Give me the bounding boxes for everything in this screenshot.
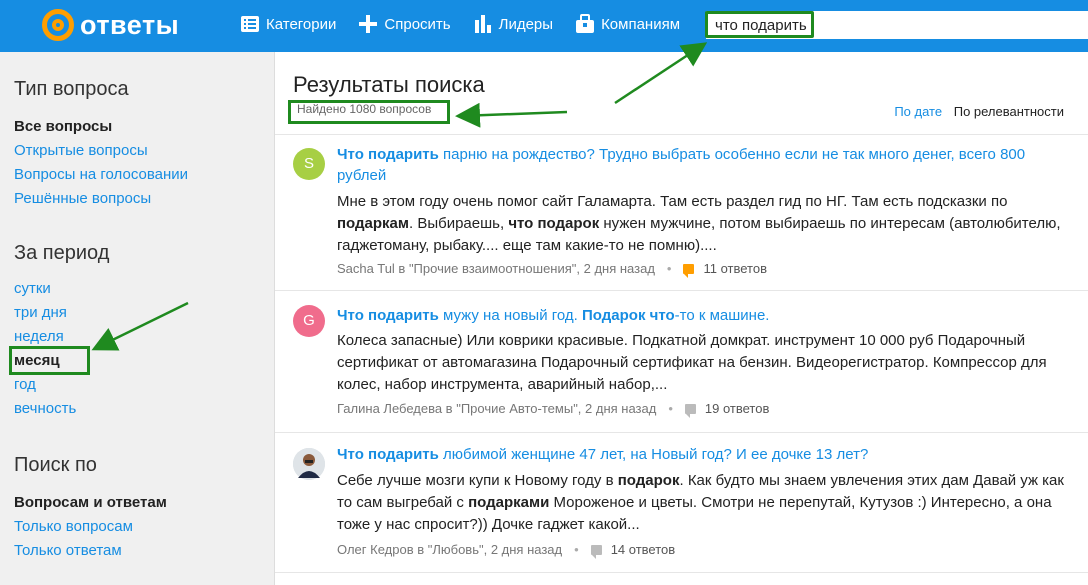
result-item: Что подарить любимой женщине 47 лет, на … [275, 432, 1088, 572]
snippet-fragment: . Выбираешь, [409, 215, 509, 232]
snippet-fragment: Себе лучше мозги купи к Новому году в [337, 472, 618, 489]
title-fragment: Что подарить [337, 446, 439, 463]
snippet-fragment: Колеса запасные) Или коврики красивые. П… [337, 332, 1047, 393]
title-fragment: Подарок что [582, 307, 675, 324]
filter-period: За период сутки три дня неделя месяц год… [14, 242, 109, 421]
snippet-fragment: Мне в этом году очень помог сайт Галамар… [337, 193, 1008, 210]
snippet-fragment: подарок [617, 472, 680, 489]
title-fragment: мужу на новый год. [438, 307, 583, 324]
nav-companies[interactable]: Компаниям [575, 14, 680, 34]
filter-question-type: Тип вопроса Все вопросы Открытые вопросы… [14, 78, 188, 211]
filter-voting-questions[interactable]: Вопросы на голосовании [14, 163, 188, 187]
result-meta: Sacha Tul в "Прочие взаимоотношения", 2 … [337, 261, 767, 278]
answers-count[interactable]: 19 ответов [705, 401, 769, 416]
nav-ask-label: Спросить [384, 15, 451, 33]
title-fragment: Что подарить [337, 146, 439, 163]
briefcase-icon [576, 14, 595, 33]
sort-by-date[interactable]: По дате [894, 104, 942, 119]
comment-bubble-icon [590, 544, 602, 559]
author-and-category[interactable]: Олег Кедров в "Любовь", 2 дня назад [337, 542, 562, 557]
top-bar: ответы Категории Спросить Лидеры Компани… [0, 0, 1088, 52]
search-box [706, 11, 1088, 39]
result-title-link[interactable]: Что подарить парню на рождество? Трудно … [337, 144, 1057, 186]
filter-solved-questions[interactable]: Решённые вопросы [14, 187, 188, 211]
snippet-fragment: что подарок [508, 215, 600, 232]
answers-count[interactable]: 14 ответов [611, 542, 675, 557]
result-snippet: Колеса запасные) Или коврики красивые. П… [337, 330, 1067, 396]
separator-dot: • [666, 261, 672, 276]
comment-bubble-icon [684, 403, 696, 418]
sort-options: По дате По релевантности [894, 104, 1064, 119]
snippet-fragment: подарками [468, 494, 550, 511]
result-title-link[interactable]: Что подарить любимой женщине 47 лет, на … [337, 444, 1057, 465]
separator-dot: • [574, 542, 579, 557]
nav-leaders[interactable]: Лидеры [473, 14, 553, 34]
result-meta: Галина Лебедева в "Прочие Авто-темы", 2 … [337, 401, 769, 418]
list-icon [241, 16, 259, 32]
search-by-answers-only[interactable]: Только ответам [14, 539, 167, 563]
nav-ask[interactable]: Спросить [358, 14, 451, 34]
bar-chart-icon [474, 15, 491, 33]
user-photo-icon [293, 448, 325, 480]
author-and-category[interactable]: Галина Лебедева в "Прочие Авто-темы", 2 … [337, 401, 656, 416]
annotation-found-box [288, 100, 450, 124]
annotation-month-box [9, 346, 90, 375]
search-by-questions-only[interactable]: Только вопросам [14, 515, 167, 539]
sort-by-relevance[interactable]: По релевантности [954, 104, 1064, 119]
results-panel: Результаты поиска Найдено 1080 вопросов … [274, 52, 1088, 585]
at-sign-icon [42, 9, 74, 41]
plus-icon [359, 15, 378, 33]
separator-dot: • [668, 401, 673, 416]
section-title: За период [14, 242, 110, 264]
sidebar: Тип вопроса Все вопросы Открытые вопросы… [0, 52, 274, 585]
title-fragment: парню на рождество? Трудно выбрать особе… [337, 146, 1026, 184]
title-fragment: любимой женщине 47 лет, на Новый год? И … [438, 446, 869, 463]
period-day[interactable]: сутки [14, 277, 109, 301]
main-nav: Категории Спросить Лидеры Компаниям [240, 14, 702, 34]
filter-all-questions[interactable]: Все вопросы [14, 115, 188, 139]
avatar[interactable]: G [293, 305, 325, 337]
nav-companies-label: Компаниям [601, 15, 681, 33]
period-eternity[interactable]: вечность [14, 397, 109, 421]
nav-categories[interactable]: Категории [240, 14, 336, 34]
comment-bubble-icon [683, 263, 695, 278]
snippet-fragment: подаркам [337, 215, 409, 232]
logo[interactable]: ответы [42, 9, 179, 41]
result-meta: Олег Кедров в "Любовь", 2 дня назад • 14 о… [337, 542, 675, 559]
search-by-questions-answers[interactable]: Вопросам и ответам [14, 491, 167, 515]
avatar[interactable] [293, 448, 325, 480]
divider [275, 572, 1088, 573]
page-title: Результаты поиска [293, 72, 485, 97]
nav-categories-label: Категории [266, 15, 337, 33]
author-and-category[interactable]: Sacha Tul в "Прочие взаимоотношения", 2 … [337, 261, 655, 276]
filter-search-by: Поиск по Вопросам и ответам Только вопро… [14, 454, 167, 563]
result-snippet: Мне в этом году очень помог сайт Галамар… [337, 191, 1067, 257]
result-item: G Что подарить мужу на новый год. Подарок… [275, 291, 1088, 432]
period-three-days[interactable]: три дня [14, 301, 109, 325]
result-snippet: Себе лучше мозги купи к Новому году в по… [337, 470, 1067, 536]
section-title: Поиск по [14, 454, 97, 476]
title-fragment: -то к машине. [674, 307, 770, 324]
period-year[interactable]: год [14, 373, 109, 397]
result-title-link[interactable]: Что подарить мужу на новый год. Подарок … [337, 305, 1057, 326]
result-item: S Что подарить парню на рождество? Трудно… [275, 135, 1088, 290]
answers-count[interactable]: 11 ответов [703, 261, 767, 276]
avatar[interactable]: S [293, 148, 325, 180]
logo-text: ответы [80, 9, 180, 40]
title-fragment: Что подарить [337, 307, 439, 324]
filter-open-questions[interactable]: Открытые вопросы [14, 139, 188, 163]
nav-leaders-label: Лидеры [498, 15, 554, 33]
section-title: Тип вопроса [14, 78, 129, 100]
search-input[interactable] [706, 11, 1088, 39]
